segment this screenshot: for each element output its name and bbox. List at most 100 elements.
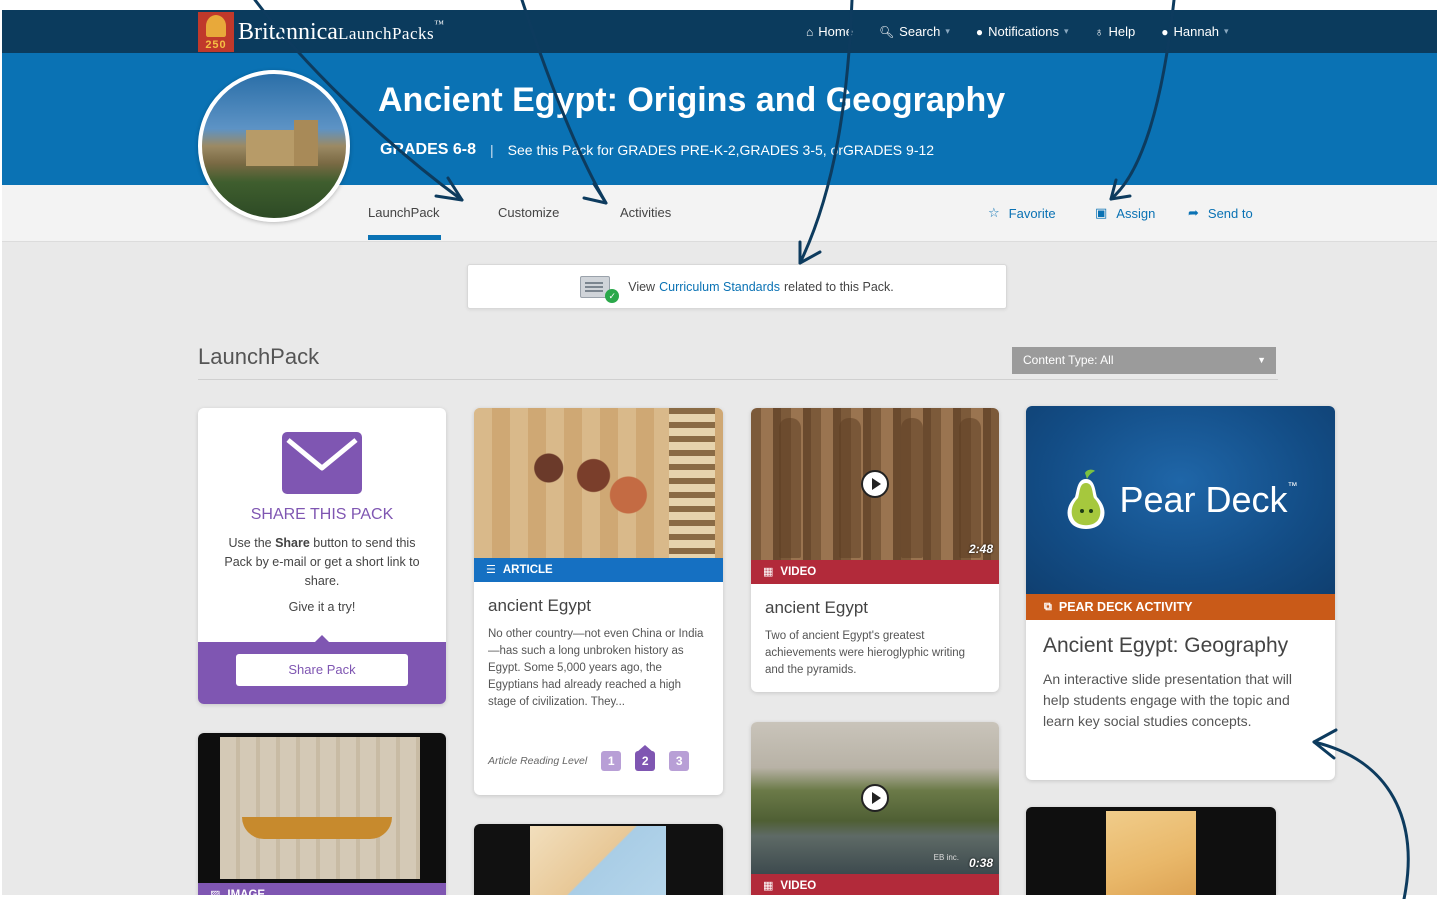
standards-document-icon: ✓ xyxy=(580,275,620,303)
curriculum-prefix: View xyxy=(628,279,656,294)
video-card-2[interactable]: EB inc. 0:38 ▦ VIDEO xyxy=(751,722,999,895)
video-thumbnail: EB inc. 0:38 xyxy=(751,722,999,874)
image-icon: ▨ xyxy=(210,889,221,895)
chevron-down-icon: ▾ xyxy=(1224,26,1229,36)
hieroglyph-figure xyxy=(901,418,923,558)
share-pack-button[interactable]: Share Pack xyxy=(236,654,408,686)
card-description: No other country—not even China or India… xyxy=(488,628,704,708)
nav-notifications[interactable]: ● Notifications ▾ xyxy=(976,24,1069,39)
logo-badge: 250 xyxy=(198,12,234,52)
calendar-icon: ▣ xyxy=(1095,205,1108,220)
search-icon: 🔍︎ xyxy=(878,24,895,39)
pear-deck-wordmark: Pear Deck xyxy=(1119,479,1288,520)
grade-link-9-12[interactable]: GRADES 9-12 xyxy=(843,142,934,158)
tab-activities[interactable]: Activities xyxy=(620,205,671,220)
share-text-part: Use the xyxy=(228,536,276,550)
card-title[interactable]: ancient Egypt xyxy=(474,582,723,616)
page-title: Ancient Egypt: Origins and Geography xyxy=(378,81,1006,119)
video-duration: 0:38 xyxy=(968,856,993,870)
hieroglyph-figure xyxy=(959,418,981,558)
film-icon: ▦ xyxy=(763,880,774,892)
category-bar-pear-deck: ⧉ PEAR DECK ACTIVITY xyxy=(1026,594,1335,620)
curriculum-standards-link[interactable]: Curriculum Standards xyxy=(659,280,780,294)
video-card[interactable]: 2:48 ▦ VIDEO ancient Egypt Two of ancient… xyxy=(751,408,999,692)
content-type-value: Content Type: All xyxy=(1023,353,1114,367)
play-icon[interactable] xyxy=(861,470,889,498)
envelope-icon xyxy=(282,432,362,494)
category-bar-article: ☰ ARTICLE xyxy=(474,558,723,582)
reading-level-3[interactable]: 3 xyxy=(669,751,690,771)
reading-level-1[interactable]: 1 xyxy=(601,751,622,771)
map-card[interactable] xyxy=(474,824,723,895)
category-bar-video: ▦ VIDEO xyxy=(751,874,999,895)
nav-user-menu[interactable]: ● Hannah ▾ xyxy=(1161,24,1228,39)
temple-pylon-shape xyxy=(294,120,318,166)
article-card[interactable]: ☰ ARTICLE ancient Egypt No other country—… xyxy=(474,408,723,795)
video-duration: 2:48 xyxy=(968,542,993,556)
grade-link-3-5[interactable]: GRADES 3-5 xyxy=(740,142,823,158)
product-name: LaunchPacks xyxy=(337,23,435,43)
external-link-icon: ⧉ xyxy=(1044,601,1052,613)
reading-level-2[interactable]: 2 xyxy=(635,745,656,771)
nav-home-label: Home xyxy=(818,24,853,39)
send-to-label: Send to xyxy=(1207,205,1253,221)
image-card[interactable]: ▨ IMAGE xyxy=(198,733,446,895)
favorite-button[interactable]: ☆ Favorite xyxy=(988,205,1056,221)
video-watermark: EB inc. xyxy=(933,853,959,862)
category-label: VIDEO xyxy=(780,880,817,892)
card-description: An interactive slide presentation that w… xyxy=(1043,671,1293,729)
curriculum-suffix: related to this Pack. xyxy=(783,279,894,294)
checkmark-icon: ✓ xyxy=(605,288,620,303)
top-navbar: 250 BritannicaLaunchPacks™ ⌂ Home 🔍︎ Searc… xyxy=(2,10,1437,53)
see-also-prefix: See this Pack for xyxy=(507,142,614,158)
chevron-down-icon: ▾ xyxy=(1063,26,1069,36)
tree-icon xyxy=(206,15,226,37)
category-label: IMAGE xyxy=(227,889,266,895)
send-to-button[interactable]: ➦ Send to xyxy=(1188,205,1253,221)
logo-badge-number: 250 xyxy=(198,38,234,52)
share-try-text: Give it a try! xyxy=(288,600,356,614)
map-card-2[interactable] xyxy=(1026,807,1276,895)
boat-shape xyxy=(242,817,392,839)
category-label: ARTICLE xyxy=(502,564,553,576)
tab-launchpack[interactable]: LaunchPack xyxy=(368,205,440,220)
britannica-logo[interactable]: 250 BritannicaLaunchPacks™ xyxy=(198,12,444,52)
nav-search[interactable]: 🔍︎ Search ▾ xyxy=(879,24,950,39)
home-icon: ⌂ xyxy=(806,24,814,39)
pack-avatar-image xyxy=(198,70,350,222)
lightbulb-icon: ♁ xyxy=(1094,24,1104,39)
chat-bubble-icon: ● xyxy=(975,24,984,39)
reading-level-label: Article Reading Level xyxy=(488,755,588,767)
map-thumbnail xyxy=(1026,807,1276,895)
list-icon: ☰ xyxy=(486,564,496,576)
assign-label: Assign xyxy=(1116,205,1156,221)
nav-help[interactable]: ♁ Help xyxy=(1095,24,1136,39)
assign-button[interactable]: ▣ Assign xyxy=(1095,205,1155,221)
grade-line: GRADES 6-8 | See this Pack for GRADES PR… xyxy=(380,141,934,159)
tab-customize[interactable]: Customize xyxy=(498,205,559,220)
chevron-down-icon: ▾ xyxy=(945,26,950,36)
grade-link-prek2[interactable]: GRADES PRE-K-2 xyxy=(617,142,735,158)
papyrus-column-detail xyxy=(669,408,715,558)
category-label: VIDEO xyxy=(780,566,817,578)
card-title[interactable]: Ancient Egypt: Geography xyxy=(1026,620,1335,658)
pear-deck-logo: Pear Deck ™ xyxy=(1063,467,1298,533)
video-thumbnail: 2:48 xyxy=(751,408,999,560)
article-thumbnail xyxy=(474,408,723,558)
content-type-select[interactable]: Content Type: All ▼ xyxy=(1012,347,1276,374)
pear-deck-card[interactable]: Pear Deck ™ ⧉ PEAR DECK ACTIVITY Ancient E… xyxy=(1026,406,1335,780)
card-title[interactable]: ancient Egypt xyxy=(751,584,999,618)
active-tab-indicator xyxy=(368,235,441,240)
film-icon: ▦ xyxy=(763,566,774,578)
share-footer: Share Pack xyxy=(198,635,446,704)
nav-home[interactable]: ⌂ Home xyxy=(806,24,853,39)
share-text-bold: Share xyxy=(275,536,310,550)
nav-help-label: Help xyxy=(1108,24,1136,39)
map-image xyxy=(530,826,666,895)
nav-links: ⌂ Home 🔍︎ Search ▾ ● Notifications ▾ ♁ Help ● H… xyxy=(806,10,1255,53)
share-pack-card: SHARE THIS PACK Use the Share button to … xyxy=(198,408,446,704)
map-thumbnail xyxy=(474,824,723,895)
play-icon[interactable] xyxy=(861,784,889,812)
share-description: Use the Share button to send this Pack b… xyxy=(198,524,446,591)
share-title: SHARE THIS PACK xyxy=(250,506,394,523)
